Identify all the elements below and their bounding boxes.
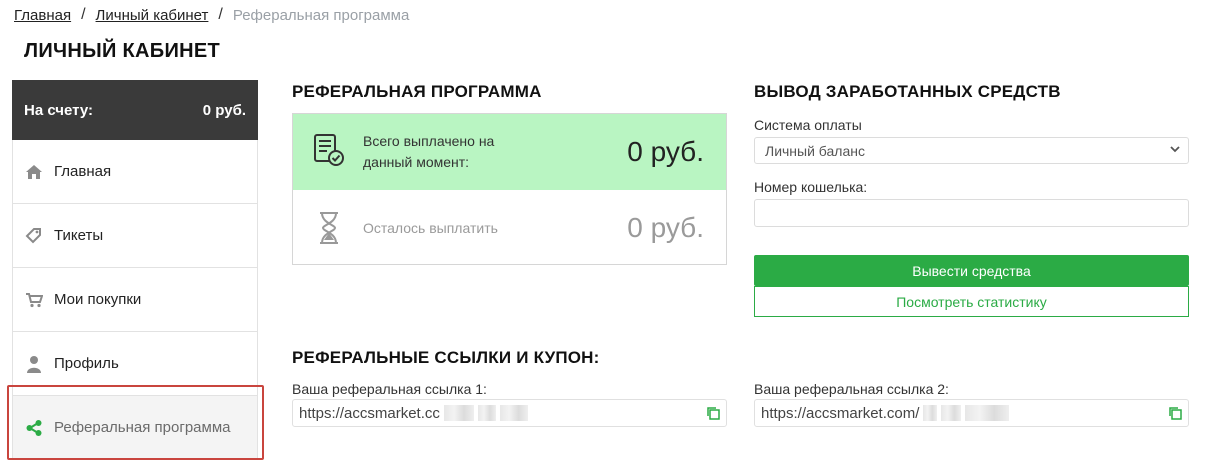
view-stats-button[interactable]: Посмотреть статистику [754, 286, 1189, 317]
redacted-block [965, 405, 1010, 421]
sidebar-item-tickets[interactable]: Тикеты [12, 204, 258, 268]
hourglass-icon [313, 211, 345, 245]
paid-value: 0 руб. [627, 136, 704, 167]
remaining-row: Осталось выплатить 0 руб. [293, 190, 726, 266]
sidebar-item-label: Профиль [54, 355, 119, 372]
copy-icon[interactable] [1168, 406, 1182, 420]
sidebar: На счету: 0 руб. Главная Тикеты Мои поку… [12, 80, 258, 467]
payment-system-label: Система оплаты [754, 117, 862, 133]
redacted-block [923, 405, 938, 421]
document-check-icon [313, 133, 345, 172]
referral-link-2-value: https://accsmarket.com/ [761, 404, 920, 422]
withdraw-title: ВЫВОД ЗАРАБОТАННЫХ СРЕДСТВ [754, 82, 1061, 101]
redacted-block [499, 405, 528, 421]
remaining-label: Осталось выплатить [363, 219, 498, 236]
breadcrumb-cabinet-link[interactable]: Личный кабинет [96, 7, 209, 24]
wallet-label: Номер кошелька: [754, 179, 868, 195]
sidebar-item-home[interactable]: Главная [12, 140, 258, 204]
wallet-input[interactable] [754, 199, 1189, 227]
sidebar-item-purchases[interactable]: Мои покупки [12, 268, 258, 332]
balance-label: На счету: [24, 101, 94, 119]
balance-panel: На счету: 0 руб. [12, 80, 258, 140]
user-icon [25, 355, 43, 373]
home-icon [25, 163, 43, 181]
sidebar-item-label: Реферальная программа [54, 419, 231, 436]
sidebar-item-referral[interactable]: Реферальная программа [12, 396, 258, 460]
referral-link-1-value: https://accsmarket.cc [299, 404, 440, 422]
referral-stats: Всего выплачено на данный момент: 0 руб.… [292, 113, 727, 265]
chevron-down-icon [1168, 142, 1182, 156]
page-title: ЛИЧНЫЙ КАБИНЕТ [24, 40, 221, 62]
sidebar-item-label: Тикеты [54, 227, 104, 244]
referral-link-1-field[interactable]: https://accsmarket.cc [292, 399, 727, 427]
redacted-block [941, 405, 962, 421]
referral-link-2-field[interactable]: https://accsmarket.com/ [754, 399, 1189, 427]
cart-icon [25, 291, 43, 309]
sidebar-item-label: Главная [54, 163, 112, 180]
ticket-icon [25, 227, 43, 245]
payment-system-select[interactable]: Личный баланс [754, 137, 1189, 164]
paid-row: Всего выплачено на данный момент: 0 руб. [293, 114, 726, 190]
balance-value: 0 руб. [202, 101, 246, 119]
sidebar-item-label: Мои покупки [54, 291, 142, 308]
breadcrumb-separator: / [81, 6, 86, 23]
link1-label: Ваша реферальная ссылка 1: [292, 381, 487, 397]
redacted-block [477, 405, 496, 421]
breadcrumb-separator: / [218, 6, 223, 23]
referral-title: РЕФЕРАЛЬНАЯ ПРОГРАММА [292, 82, 542, 101]
breadcrumb-current: Реферальная программа [232, 6, 410, 24]
remaining-value: 0 руб. [627, 212, 704, 243]
link2-label: Ваша реферальная ссылка 2: [754, 381, 949, 397]
breadcrumb: Главная / Личный кабинет / Реферальная п… [14, 6, 409, 24]
copy-icon[interactable] [706, 406, 720, 420]
links-title: РЕФЕРАЛЬНЫЕ ССЫЛКИ И КУПОН: [292, 348, 600, 367]
withdraw-button[interactable]: Вывести средства [754, 255, 1189, 286]
share-icon [25, 419, 43, 437]
payment-system-value: Личный баланс [765, 142, 865, 159]
paid-label: Всего выплачено на данный момент: [363, 133, 495, 170]
breadcrumb-home-link[interactable]: Главная [14, 7, 71, 24]
redacted-block [443, 405, 474, 421]
sidebar-item-profile[interactable]: Профиль [12, 332, 258, 396]
